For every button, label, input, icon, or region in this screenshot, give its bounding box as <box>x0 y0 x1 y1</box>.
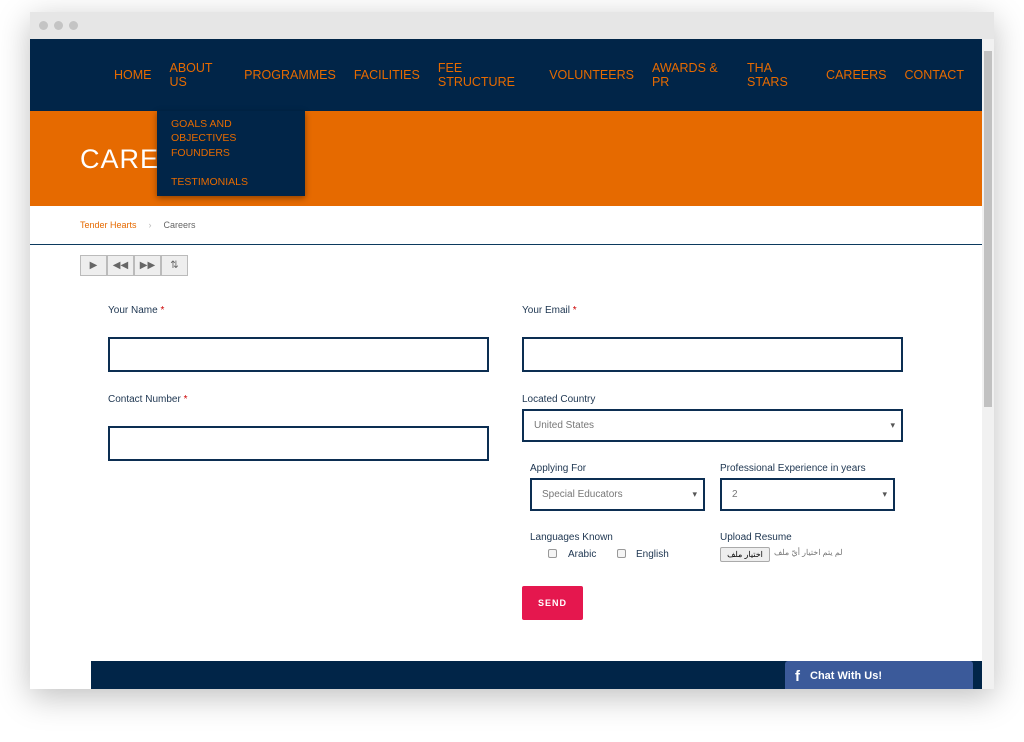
nav-about[interactable]: ABOUT US <box>170 61 227 89</box>
experience-select[interactable]: 2 <box>720 478 895 511</box>
dropdown-goals[interactable]: GOALS AND OBJECTIVES <box>157 117 305 146</box>
chat-widget[interactable]: f Chat With Us! <box>785 661 973 689</box>
browser-window: HOME ABOUT US PROGRAMMES FACILITIES FEE … <box>30 12 994 689</box>
name-input[interactable] <box>108 337 489 372</box>
file-status: لم يتم اختيار أيّ ملف <box>774 548 843 557</box>
breadcrumb: Tender Hearts › Careers <box>30 206 982 245</box>
applying-select[interactable]: Special Educators <box>530 478 705 511</box>
nav-facilities[interactable]: FACILITIES <box>354 68 420 82</box>
choose-file-button[interactable]: اختيار ملف <box>720 547 770 562</box>
scrollbar[interactable] <box>982 39 994 689</box>
arabic-checkbox[interactable] <box>548 549 557 558</box>
nav-contact[interactable]: CONTACT <box>904 68 964 82</box>
maximize-dot[interactable] <box>69 21 78 30</box>
nav-volunteers[interactable]: VOLUNTEERS <box>549 68 634 82</box>
play-icon[interactable]: ▶ <box>80 255 107 276</box>
main-nav: HOME ABOUT US PROGRAMMES FACILITIES FEE … <box>30 39 982 111</box>
applying-label: Applying For <box>530 463 587 474</box>
email-input[interactable] <box>522 337 903 372</box>
nav-careers[interactable]: CAREERS <box>826 68 886 82</box>
nav-home[interactable]: HOME <box>114 68 152 82</box>
nav-programmes[interactable]: PROGRAMMES <box>244 68 336 82</box>
facebook-icon: f <box>795 667 800 685</box>
nav-awards[interactable]: AWARDS & PR <box>652 61 729 89</box>
close-dot[interactable] <box>39 21 48 30</box>
fast-forward-icon[interactable]: ▶▶ <box>134 255 161 276</box>
scrollbar-thumb[interactable] <box>984 51 992 407</box>
upload-label: Upload Resume <box>720 532 792 543</box>
contact-label: Contact Number * <box>108 394 188 405</box>
dropdown-founders[interactable]: FOUNDERS <box>157 146 305 175</box>
chat-label: Chat With Us! <box>810 670 883 682</box>
browser-chrome <box>30 12 994 39</box>
rewind-icon[interactable]: ◀◀ <box>107 255 134 276</box>
minimize-dot[interactable] <box>54 21 63 30</box>
country-label: Located Country <box>522 394 596 405</box>
breadcrumb-current: Careers <box>163 220 196 230</box>
page: HOME ABOUT US PROGRAMMES FACILITIES FEE … <box>30 39 982 689</box>
contact-input[interactable] <box>108 426 489 461</box>
name-label: Your Name * <box>108 305 165 316</box>
media-toolbar: ▶ ◀◀ ▶▶ ⇅ <box>80 255 188 276</box>
breadcrumb-home[interactable]: Tender Hearts <box>80 220 137 230</box>
country-select[interactable]: United States <box>522 409 903 442</box>
nav-tha-stars[interactable]: THA STARS <box>747 61 808 89</box>
experience-label: Professional Experience in years <box>720 463 866 474</box>
email-label: Your Email * <box>522 305 577 316</box>
languages-label: Languages Known <box>530 532 613 543</box>
dropdown-testimonials[interactable]: TESTIMONIALS <box>157 175 305 204</box>
arabic-label: Arabic <box>568 549 597 560</box>
settings-icon[interactable]: ⇅ <box>161 255 188 276</box>
send-button[interactable]: SEND <box>522 586 583 620</box>
nav-fee-structure[interactable]: FEE STRUCTURE <box>438 61 531 89</box>
english-label: English <box>636 549 669 560</box>
english-checkbox[interactable] <box>617 549 626 558</box>
about-dropdown: GOALS AND OBJECTIVES FOUNDERS TESTIMONIA… <box>157 111 305 196</box>
chevron-right-icon: › <box>148 220 152 230</box>
